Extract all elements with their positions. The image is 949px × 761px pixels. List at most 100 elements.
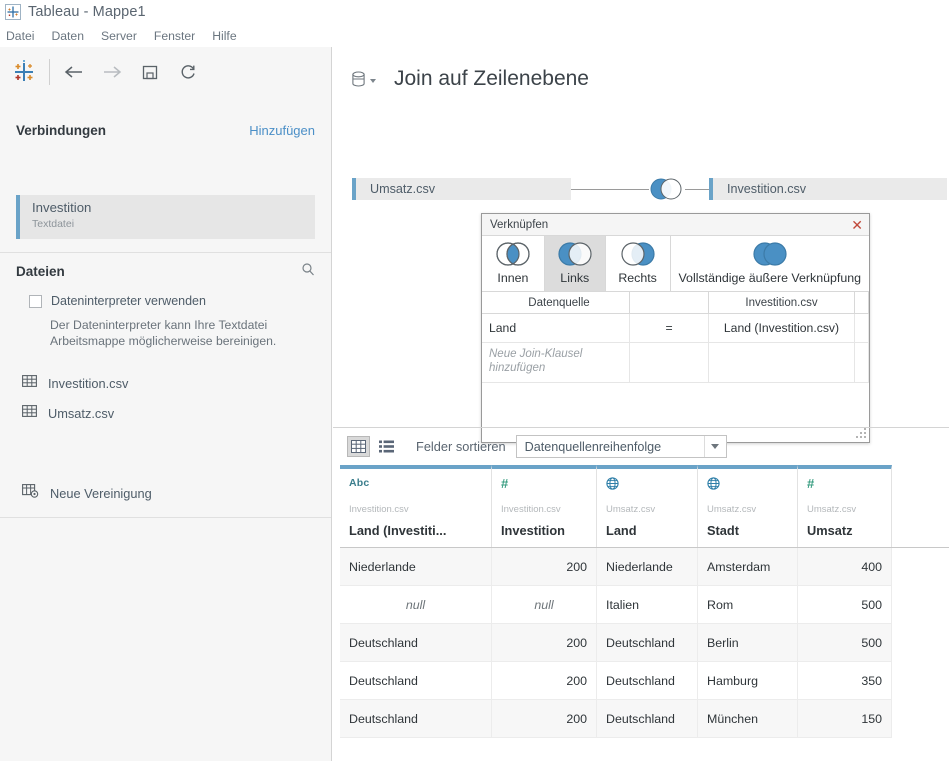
table-row[interactable]: Deutschland 200 Deutschland Berlin 500 xyxy=(340,624,949,662)
new-union-item[interactable]: Neue Vereinigung xyxy=(22,483,152,503)
column-header-land[interactable]: Umsatz.csv Land xyxy=(597,465,698,547)
column-header-land-investition[interactable]: Abc Investition.csv Land (Investiti... xyxy=(340,465,492,547)
save-button[interactable] xyxy=(131,55,169,89)
connections-header: Verbindungen Hinzufügen xyxy=(0,113,331,147)
flow-connector-left xyxy=(571,189,649,190)
add-join-clause-right xyxy=(709,343,855,383)
file-label: Investition.csv xyxy=(48,376,129,391)
add-join-clause-operator xyxy=(630,343,709,383)
connection-item-investition[interactable]: Investition Textdatei xyxy=(16,195,315,239)
add-connection-link[interactable]: Hinzufügen xyxy=(249,123,315,138)
cell-land-investition: null xyxy=(340,586,492,624)
join-clause-table: Datenquelle Investition.csv Land = Land … xyxy=(482,292,869,383)
toolbar-separator xyxy=(49,59,50,85)
cell-umsatz: 150 xyxy=(798,700,892,738)
join-clause-row-spacer xyxy=(855,314,869,343)
grid-toolbar: Felder sortieren Datenquellenreihenfolge xyxy=(333,427,949,465)
column-name: Investition xyxy=(501,523,565,538)
connection-type: Textdatei xyxy=(32,218,75,230)
full-outer-join-venn-icon xyxy=(746,241,794,270)
join-clause-left-field[interactable]: Land xyxy=(482,314,630,343)
join-dialog: Verknüpfen ✕ Innen Links Rechts Vollstän… xyxy=(481,213,870,443)
column-name: Land (Investiti... xyxy=(349,523,447,538)
table-row[interactable]: Niederlande 200 Niederlande Amsterdam 40… xyxy=(340,548,949,586)
column-header-investition[interactable]: # Investition.csv Investition xyxy=(492,465,597,547)
menu-daten[interactable]: Daten xyxy=(51,29,84,43)
join-clause-operator[interactable]: = xyxy=(630,314,709,343)
main-canvas: Join auf Zeilenebene Umsatz.csv Investit… xyxy=(333,47,949,761)
database-icon xyxy=(350,70,367,89)
close-icon[interactable]: ✕ xyxy=(851,218,863,232)
column-header-stadt[interactable]: Umsatz.csv Stadt xyxy=(698,465,798,547)
back-button[interactable] xyxy=(55,55,93,89)
cell-investition: 200 xyxy=(492,548,597,586)
connections-title: Verbindungen xyxy=(16,122,107,138)
page-title: Join auf Zeilenebene xyxy=(394,67,589,90)
join-clause-row[interactable]: Land = Land (Investition.csv) xyxy=(482,314,869,343)
data-interpreter-checkbox[interactable] xyxy=(29,294,42,308)
file-item-umsatz[interactable]: Umsatz.csv xyxy=(22,404,114,423)
data-interpreter-label: Dateninterpreter verwenden xyxy=(51,294,206,308)
flow-table-umsatz[interactable]: Umsatz.csv xyxy=(352,178,571,200)
menu-server[interactable]: Server xyxy=(101,29,137,43)
chevron-down-icon[interactable] xyxy=(703,436,726,457)
table-row[interactable]: Deutschland 200 Deutschland München 150 xyxy=(340,700,949,738)
join-node-button[interactable] xyxy=(645,178,685,200)
join-col-head-spacer xyxy=(855,292,869,314)
list-view-icon[interactable] xyxy=(375,436,398,457)
menu-hilfe[interactable]: Hilfe xyxy=(212,29,236,43)
join-type-selector: Innen Links Rechts Vollständige äußere V… xyxy=(482,236,869,292)
search-icon[interactable] xyxy=(301,262,315,281)
cell-land: Deutschland xyxy=(597,662,698,700)
file-label: Umsatz.csv xyxy=(48,406,115,421)
join-type-inner[interactable]: Innen xyxy=(482,236,545,291)
data-grid: Abc Investition.csv Land (Investiti... #… xyxy=(340,465,949,738)
connection-name: Investition xyxy=(32,200,92,215)
number-icon: # xyxy=(501,475,509,491)
refresh-button[interactable] xyxy=(169,55,207,89)
cell-land-investition: Niederlande xyxy=(340,548,492,586)
table-row[interactable]: null null Italien Rom 500 xyxy=(340,586,949,624)
flow-table-investition[interactable]: Investition.csv xyxy=(709,178,947,200)
table-icon xyxy=(22,404,37,423)
cell-land: Deutschland xyxy=(597,700,698,738)
data-interpreter-row[interactable]: Dateninterpreter verwenden xyxy=(29,294,206,308)
sidebar-divider-1 xyxy=(0,252,331,253)
grid-view-icon[interactable] xyxy=(347,436,370,457)
join-type-label: Rechts xyxy=(618,271,657,285)
add-join-clause-label[interactable]: Neue Join-Klausel hinzufügen xyxy=(482,343,630,383)
tableau-home-logo-icon[interactable] xyxy=(11,59,37,85)
join-type-left[interactable]: Links xyxy=(544,236,606,291)
tableau-logo-icon xyxy=(5,4,21,20)
data-interpreter-note: Der Dateninterpreter kann Ihre Textdatei… xyxy=(50,318,277,348)
abc-text-icon: Abc xyxy=(349,477,370,489)
column-name: Stadt xyxy=(707,523,739,538)
join-type-right[interactable]: Rechts xyxy=(605,236,671,291)
cell-land: Deutschland xyxy=(597,624,698,662)
sidebar-divider-2 xyxy=(0,517,331,518)
cell-stadt: Rom xyxy=(698,586,798,624)
menu-datei[interactable]: Datei xyxy=(6,29,34,43)
chevron-down-icon[interactable] xyxy=(370,78,376,83)
table-row[interactable]: Deutschland 200 Deutschland Hamburg 350 xyxy=(340,662,949,700)
menu-fenster[interactable]: Fenster xyxy=(154,29,195,43)
sort-fields-select[interactable]: Datenquellenreihenfolge xyxy=(515,435,727,458)
column-source: Investition.csv xyxy=(501,504,561,515)
menu-bar: Datei Daten Server Fenster Hilfe xyxy=(0,26,949,46)
column-source: Umsatz.csv xyxy=(606,504,656,515)
files-header: Dateien xyxy=(0,254,331,288)
join-clause-new-row[interactable]: Neue Join-Klausel hinzufügen xyxy=(482,343,869,383)
data-grid-header: Abc Investition.csv Land (Investiti... #… xyxy=(340,465,949,547)
file-item-investition[interactable]: Investition.csv xyxy=(22,374,128,393)
join-clause-right-field[interactable]: Land (Investition.csv) xyxy=(709,314,855,343)
inner-join-venn-icon xyxy=(489,241,537,270)
forward-button[interactable] xyxy=(93,55,131,89)
column-name: Umsatz xyxy=(807,523,853,538)
new-union-label: Neue Vereinigung xyxy=(50,485,152,501)
globe-geo-icon xyxy=(606,475,697,491)
join-type-label: Innen xyxy=(497,271,529,285)
cell-stadt: München xyxy=(698,700,798,738)
navigation-toolbar xyxy=(0,47,331,97)
join-type-full-outer[interactable]: Vollständige äußere Verknüpfung xyxy=(670,236,869,291)
column-header-umsatz[interactable]: # Umsatz.csv Umsatz xyxy=(798,465,892,547)
